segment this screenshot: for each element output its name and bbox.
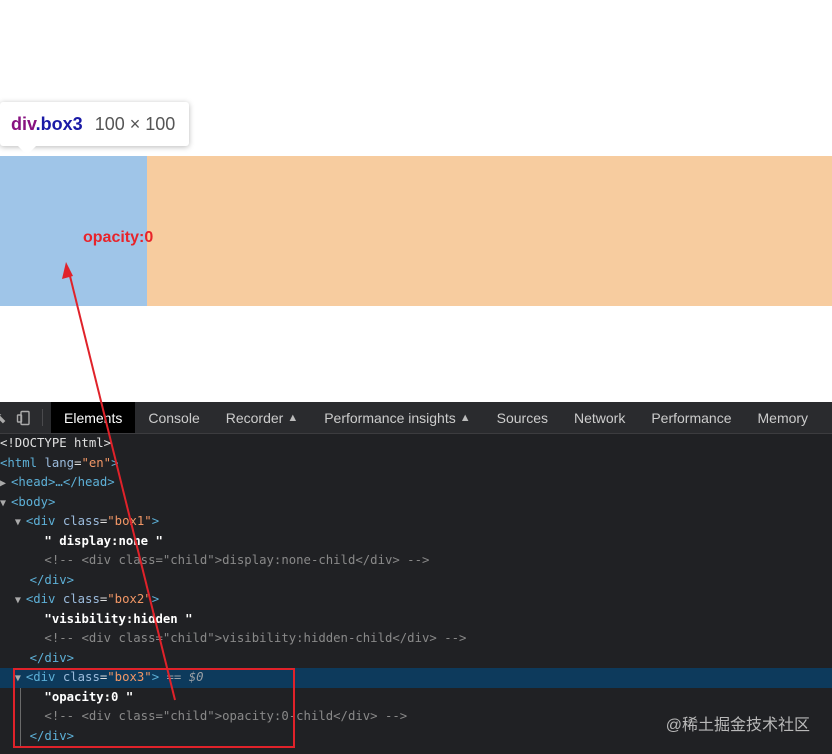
selected-ref: $0	[188, 670, 204, 684]
selection-guide-line	[20, 688, 21, 746]
tab-sources[interactable]: Sources	[484, 402, 561, 433]
box2-comment: <!-- <div class="child">visibility:hidde…	[44, 631, 467, 645]
experimental-flask-icon: ▲	[287, 411, 299, 424]
tab-memory[interactable]: Memory	[745, 402, 822, 433]
dom-node-head[interactable]: ▶ <head>…</head>	[0, 473, 832, 493]
box3-text: "opacity:0 "	[44, 689, 134, 704]
dom-text-node[interactable]: "visibility:hidden "	[0, 610, 832, 630]
box1-comment: <!-- <div class="child">display:none-chi…	[44, 553, 430, 567]
dom-text-node[interactable]: "opacity:0 "	[0, 688, 832, 708]
tab-label: Performance insights	[324, 409, 456, 426]
device-phone-icon	[16, 410, 30, 425]
tab-label: Sources	[496, 409, 548, 426]
dom-node-doctype[interactable]: <!DOCTYPE html>	[0, 434, 832, 454]
watermark: @稀土掘金技术社区	[665, 717, 810, 734]
expand-triangle-icon[interactable]: ▶	[0, 474, 11, 494]
dom-node-box3-selected[interactable]: ▼ <div class="box3"> == $0	[0, 668, 832, 688]
tab-performance[interactable]: Performance	[638, 402, 744, 433]
div-close-tag: </div>	[29, 650, 75, 665]
tab-recorder[interactable]: Recorder ▲	[213, 402, 311, 433]
class-value: "box2"	[107, 592, 152, 606]
dom-close-tag[interactable]: </div>	[0, 571, 832, 591]
dom-close-tag[interactable]: </div>	[0, 649, 832, 669]
class-attr: class	[62, 514, 100, 528]
collapse-triangle-icon[interactable]: ▼	[15, 513, 26, 533]
lang-value: "en"	[81, 455, 112, 470]
class-value: "box1"	[107, 514, 152, 528]
tab-elements[interactable]: Elements	[51, 402, 136, 433]
tab-label: Network	[573, 409, 626, 426]
inspect-element-icon[interactable]: ⬉	[0, 402, 12, 433]
dom-node-html[interactable]: <html lang="en">	[0, 454, 832, 474]
div-open-tag: <div	[25, 514, 56, 528]
tab-label: Memory	[757, 409, 809, 426]
tooltip-class: .box3	[35, 113, 83, 134]
element-inspect-tooltip: div.box3 100 × 100	[0, 102, 190, 155]
body-open-tag: <body>	[11, 494, 56, 509]
div-open-tag: <div	[25, 670, 56, 684]
dom-text-node[interactable]: " display:none "	[0, 532, 832, 552]
lang-attr: lang	[44, 455, 75, 470]
dom-node-box1[interactable]: ▼ <div class="box1">	[0, 512, 832, 532]
tab-label: Console	[148, 409, 200, 426]
box3-comment: <!-- <div class="child">opacity:0-child<…	[44, 709, 408, 723]
tooltip-selector: div.box3	[11, 114, 83, 135]
tooltip-size: 100 × 100	[94, 113, 176, 134]
dom-tree: <!DOCTYPE html> <html lang="en"> ▶ <head>…	[0, 434, 832, 746]
collapse-triangle-icon[interactable]: ▼	[15, 591, 26, 611]
tab-label: Recorder	[225, 409, 284, 426]
devtools-tabbar: ⬉ Elements Console Recorder ▲ Performance…	[0, 402, 832, 434]
collapse-triangle-icon[interactable]: ▼	[0, 494, 11, 514]
opacity-annotation-label: opacity:0	[83, 229, 154, 246]
head-collapsed: <head>…</head>	[11, 475, 115, 489]
box2-text: "visibility:hidden "	[44, 611, 193, 626]
div-open-tag: <div	[25, 592, 56, 606]
experimental-flask-icon: ▲	[459, 411, 471, 424]
div-close-tag: </div>	[29, 572, 75, 587]
dom-node-body[interactable]: ▼ <body>	[0, 493, 832, 513]
tab-label: Elements	[64, 409, 123, 426]
device-toolbar-icon[interactable]	[12, 402, 36, 433]
tooltip-tag: div	[11, 113, 36, 134]
tag-close: >	[151, 670, 160, 684]
box1-text: " display:none "	[44, 533, 163, 548]
html-open-tag: <html	[0, 455, 38, 470]
selected-equals: ==	[166, 670, 182, 684]
doctype-text: <!DOCTYPE html>	[0, 436, 112, 450]
dom-node-box2[interactable]: ▼ <div class="box2">	[0, 590, 832, 610]
tag-close: >	[111, 455, 119, 470]
tab-console[interactable]: Console	[135, 402, 212, 433]
tag-close: >	[151, 514, 160, 528]
class-attr: class	[62, 592, 100, 606]
devtools-panel: ⬉ Elements Console Recorder ▲ Performance…	[0, 402, 832, 754]
div-close-tag: </div>	[29, 728, 75, 743]
tabbar-divider	[42, 409, 43, 426]
page-viewport: div.box3 100 × 100 opacity:0	[0, 0, 832, 402]
dom-comment-node[interactable]: <!-- <div class="child">display:none-chi…	[0, 551, 832, 571]
tab-label: Performance	[651, 409, 732, 426]
tab-network[interactable]: Network	[561, 402, 638, 433]
tag-close: >	[151, 592, 160, 606]
tab-performance-insights[interactable]: Performance insights ▲	[311, 402, 483, 433]
collapse-triangle-icon[interactable]: ▼	[15, 669, 26, 689]
dom-comment-node[interactable]: <!-- <div class="child">visibility:hidde…	[0, 629, 832, 649]
class-attr: class	[62, 670, 100, 684]
class-value: "box3"	[107, 670, 152, 684]
